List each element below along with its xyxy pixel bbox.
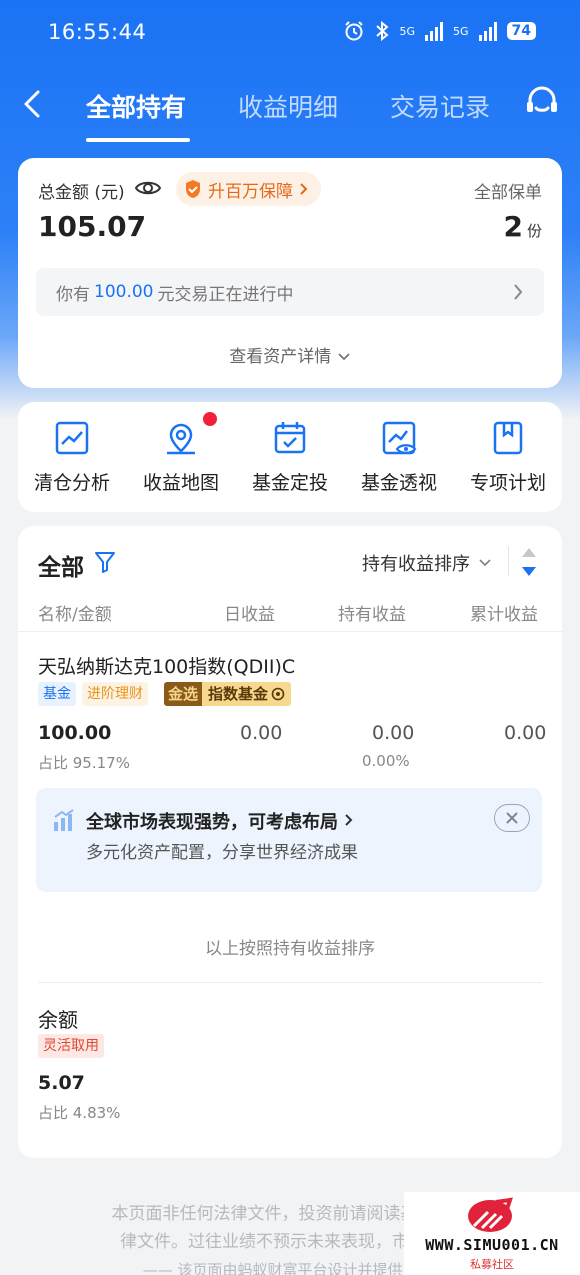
network-5g-label: 5G	[399, 24, 415, 38]
status-time: 16:55:44	[48, 20, 147, 44]
column-header-cumulative: 累计收益	[470, 605, 538, 625]
tool-label: 收益地图	[142, 472, 219, 494]
calendar-check-icon	[274, 422, 306, 454]
sort-select-label: 持有收益排序	[362, 554, 470, 575]
tag-fund: 基金	[38, 682, 76, 706]
bar-chart-up-icon	[54, 809, 74, 831]
gold-tag-b: 指数基金	[208, 685, 269, 703]
column-header-daily: 日收益	[224, 605, 275, 625]
shield-icon	[186, 180, 200, 198]
bluetooth-icon	[376, 20, 389, 42]
policy-count-value: 2	[503, 210, 523, 243]
close-button[interactable]	[494, 804, 530, 832]
status-bar: 16:55:44 5G 5G 74	[0, 0, 580, 66]
sort-order-icon[interactable]	[520, 546, 538, 578]
network-5g-label-2: 5G	[452, 24, 469, 38]
fund-daily-earnings: 0.00	[240, 722, 283, 744]
tool-label: 基金透视	[360, 472, 437, 494]
tag-advanced: 进阶理财	[82, 682, 148, 706]
tool-clearance-analysis[interactable]: 清仓分析	[18, 418, 126, 495]
watermark-logo-icon	[468, 1197, 513, 1232]
header-divider	[18, 631, 562, 632]
chevron-down-icon	[479, 559, 491, 567]
all-policies-link[interactable]: 全部保单	[474, 178, 542, 203]
tool-fund-insight[interactable]: 基金透视	[345, 418, 453, 495]
watermark-subtitle: 私募社区	[470, 1258, 514, 1271]
customer-service-icon[interactable]	[522, 82, 562, 122]
pending-transaction-bar[interactable]: 你有 100.00 元交易正在进行中	[36, 268, 544, 316]
chevron-right-icon	[514, 284, 523, 300]
asset-detail-label: 查看资产详情	[229, 347, 332, 367]
sort-note: 以上按照持有收益排序	[205, 939, 375, 959]
tag-gold-selection: 金选 指数基金	[164, 682, 292, 706]
promo-title: 全球市场表现强势，可考虑布局	[86, 808, 354, 834]
sort-select[interactable]: 持有收益排序	[362, 550, 492, 576]
fund-cumulative-earnings: 0.00	[504, 722, 547, 744]
tab-earnings-detail[interactable]: 收益明细	[238, 88, 338, 124]
fund-ratio: 占比 95.17%	[38, 754, 130, 772]
signal-icon	[424, 21, 443, 41]
alarm-icon	[345, 21, 364, 41]
gold-tag-a: 金选	[164, 682, 203, 706]
tool-fund-sip[interactable]: 基金定投	[236, 418, 344, 495]
balance-divider	[38, 982, 542, 983]
fund-holding-earnings: 0.00	[372, 722, 415, 744]
policy-count: 2份	[504, 210, 543, 243]
pending-prefix: 你有	[56, 284, 90, 305]
filter-icon[interactable]	[94, 550, 116, 574]
column-header-name: 名称/金额	[38, 605, 112, 625]
bookmark-doc-icon	[493, 421, 523, 455]
chevron-right-icon	[300, 183, 308, 195]
pending-amount: 100.00	[94, 282, 154, 302]
tool-special-plan[interactable]: 专项计划	[454, 418, 562, 495]
pending-suffix: 元交易正在进行中	[157, 284, 294, 305]
market-promo-banner[interactable]: 全球市场表现强势，可考虑布局 多元化资产配置，分享世界经济成果	[36, 788, 542, 892]
chevron-down-icon	[338, 353, 350, 361]
protection-badge-label: 升百万保障	[208, 181, 293, 202]
fund-holding-pct: 0.00%	[362, 752, 410, 770]
policy-unit: 份	[526, 222, 542, 240]
sort-divider	[508, 546, 509, 576]
signal-icon-2	[478, 21, 497, 41]
eye-icon[interactable]	[134, 177, 162, 199]
balance-amount: 5.07	[38, 1072, 85, 1094]
total-amount-label: 总金额 (元)	[38, 183, 125, 203]
tool-label: 清仓分析	[33, 472, 110, 494]
tab-all-holdings[interactable]: 全部持有	[86, 88, 186, 124]
watermark: WWW.SIMU001.CN 私募社区	[404, 1192, 580, 1275]
fund-name: 天弘纳斯达克100指数(QDII)C	[38, 656, 296, 678]
target-icon	[271, 687, 285, 701]
balance-title: 余额	[38, 1008, 78, 1032]
watermark-url: WWW.SIMU001.CN	[425, 1236, 559, 1254]
balance-ratio: 占比 4.83%	[38, 1104, 121, 1122]
tool-earnings-map[interactable]: 收益地图	[127, 412, 235, 495]
tab-underline	[86, 138, 190, 142]
column-header-holding: 持有收益	[338, 605, 406, 625]
map-pin-icon	[167, 423, 195, 455]
back-icon[interactable]	[18, 84, 48, 124]
chart-line-icon	[55, 421, 89, 455]
nav-bar: 全部持有 收益明细 交易记录	[0, 78, 580, 142]
summary-card: 总金额 (元) 升百万保障 105.07 全部保单 2份 你有 100.00 元…	[18, 158, 562, 388]
notification-dot	[203, 412, 217, 426]
fund-amount: 100.00	[38, 722, 112, 744]
tools-card: 清仓分析 收益地图 基金定投 基金透视 专项计划	[18, 402, 562, 512]
tag-flexible: 灵活取用	[38, 1034, 104, 1058]
status-icons: 5G 5G 74	[343, 20, 536, 42]
chevron-right-icon	[345, 814, 353, 826]
promo-subtitle: 多元化资产配置，分享世界经济成果	[86, 843, 358, 863]
holdings-filter-title[interactable]: 全部	[38, 548, 84, 582]
tool-label: 基金定投	[251, 472, 328, 494]
gold-tag-b-wrap: 指数基金	[202, 682, 292, 706]
eye-chart-icon	[382, 421, 417, 455]
close-icon	[506, 812, 518, 824]
tool-label: 专项计划	[469, 472, 546, 494]
protection-badge[interactable]: 升百万保障	[176, 172, 321, 206]
holdings-card: 全部 持有收益排序 名称/金额 日收益 持有收益 累计收益 天弘纳斯达克100指…	[18, 526, 562, 1158]
battery-icon: 74	[506, 22, 536, 40]
asset-detail-link[interactable]: 查看资产详情	[18, 342, 562, 367]
tab-transactions[interactable]: 交易记录	[390, 88, 490, 124]
promo-title-text: 全球市场表现强势，可考虑布局	[86, 812, 338, 833]
total-amount-value: 105.07	[38, 210, 147, 243]
